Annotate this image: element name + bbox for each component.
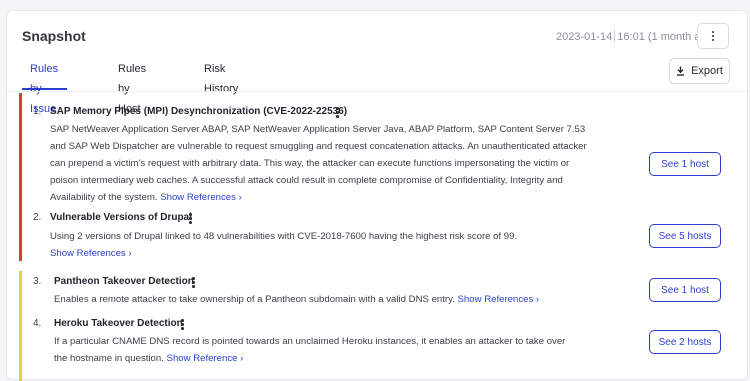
- issue-description: Enables a remote attacker to take owners…: [54, 291, 614, 308]
- issue-description-text: Enables a remote attacker to take owners…: [54, 294, 455, 305]
- issue-description: SAP NetWeaver Application Server ABAP, S…: [50, 121, 595, 206]
- issue-number: 2.: [33, 212, 42, 223]
- tab-rules-by-host[interactable]: Rules by Host: [118, 59, 146, 115]
- issue-number: 3.: [33, 276, 42, 287]
- show-references-link[interactable]: Show References ›: [50, 248, 132, 259]
- see-hosts-button[interactable]: See 5 hosts: [649, 224, 721, 248]
- issue-menu-icon[interactable]: [192, 277, 195, 288]
- snapshot-card: Snapshot 2023-01-14 16:01 (1 month ago) R…: [6, 10, 748, 381]
- critical-severity-bar: [19, 93, 22, 261]
- issue-menu-icon[interactable]: [181, 319, 184, 330]
- issue-description-text: Using 2 versions of Drupal linked to 48 …: [50, 231, 518, 242]
- issue-title: Vulnerable Versions of Drupal: [50, 212, 192, 223]
- issue-menu-icon[interactable]: [189, 213, 192, 224]
- page-title: Snapshot: [22, 28, 86, 44]
- snapshot-menu-button[interactable]: [697, 23, 729, 49]
- kebab-icon: [711, 30, 715, 42]
- export-button[interactable]: Export: [669, 58, 730, 84]
- issue-description-text: SAP NetWeaver Application Server ABAP, S…: [50, 124, 587, 203]
- issue-title: SAP Memory Pipes (MPI) Desynchronization…: [50, 106, 348, 117]
- export-label: Export: [691, 65, 723, 77]
- tab-risk-history[interactable]: Risk History: [204, 59, 238, 95]
- see-hosts-button[interactable]: See 1 host: [649, 152, 721, 176]
- show-references-link[interactable]: Show Reference ›: [167, 353, 244, 364]
- issue-number: 4.: [33, 318, 42, 329]
- medium-severity-bar: [19, 271, 22, 381]
- snapshot-date: 2023-01-14: [556, 31, 613, 43]
- show-references-link[interactable]: Show References ›: [458, 294, 540, 305]
- download-icon: [677, 66, 685, 76]
- issue-title: Heroku Takeover Detection: [54, 318, 183, 329]
- show-references-link[interactable]: Show References ›: [160, 192, 242, 203]
- issue-menu-icon[interactable]: [336, 107, 339, 118]
- issue-title: Pantheon Takeover Detection: [54, 276, 194, 287]
- issue-description-text: If a particular CNAME DNS record is poin…: [54, 336, 566, 364]
- tabs-divider: [7, 91, 747, 92]
- tab-rules-by-issue[interactable]: Rules by Issue: [21, 59, 68, 115]
- see-hosts-button[interactable]: See 2 hosts: [649, 330, 721, 354]
- timestamp-divider: [614, 30, 616, 42]
- issue-description: If a particular CNAME DNS record is poin…: [54, 333, 574, 367]
- issue-number: 1.: [33, 106, 42, 117]
- see-hosts-button[interactable]: See 1 host: [649, 278, 721, 302]
- issue-description: Using 2 versions of Drupal linked to 48 …: [50, 228, 600, 262]
- snapshot-timestamp: 2023-01-14 16:01 (1 month ago): [556, 30, 716, 43]
